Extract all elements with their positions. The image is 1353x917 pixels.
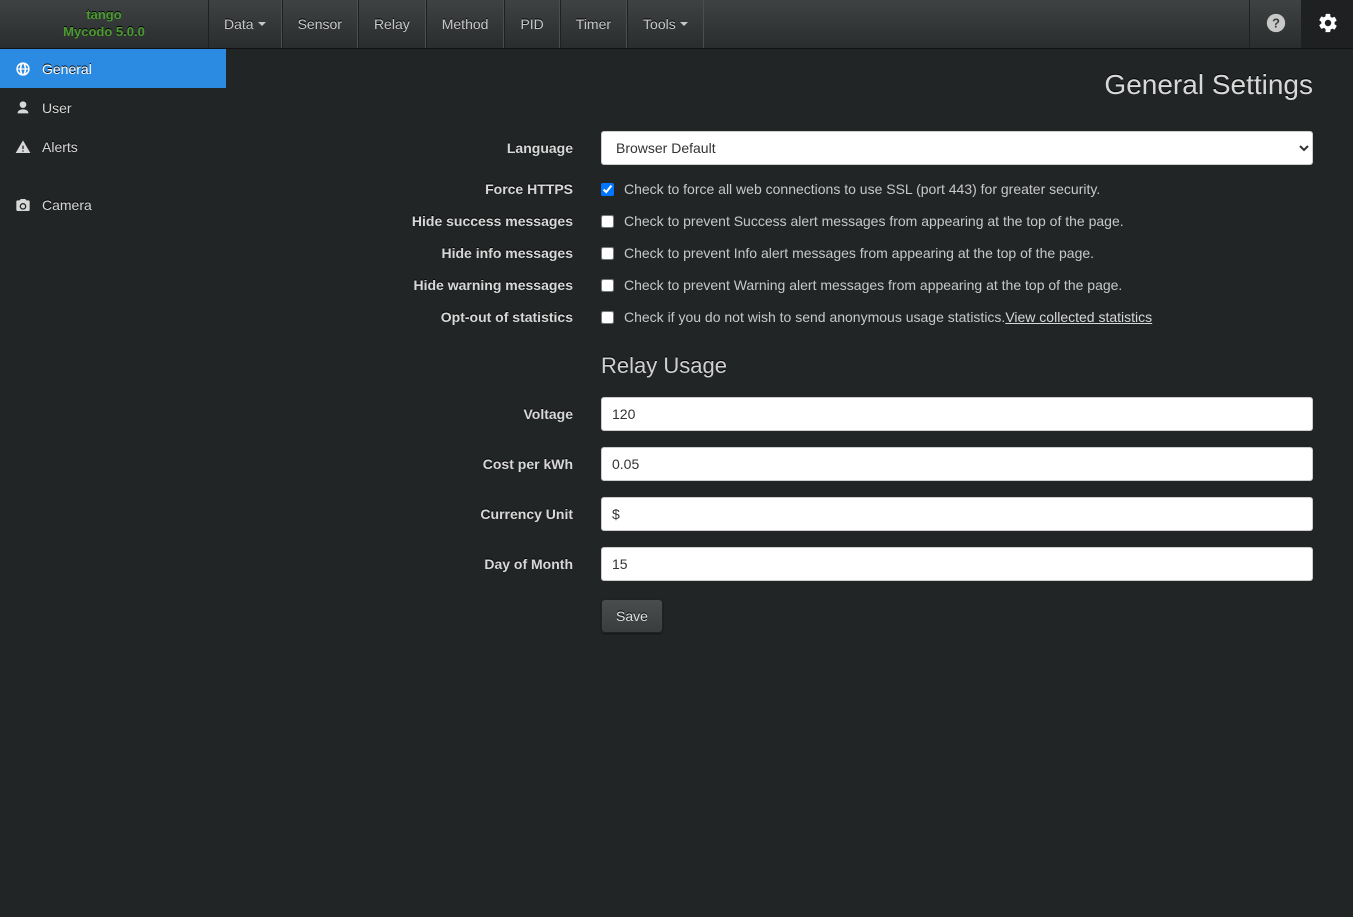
nav-spacer <box>704 0 1249 48</box>
row-currency: Currency Unit <box>246 497 1313 531</box>
user-icon <box>14 99 32 117</box>
label-force-https: Force HTTPS <box>246 181 601 197</box>
sidebar-item-camera[interactable]: Camera <box>0 185 226 224</box>
nav-data[interactable]: Data <box>208 0 282 48</box>
row-language: Language Browser Default <box>246 131 1313 165</box>
nav-sensor[interactable]: Sensor <box>282 0 358 48</box>
nav-help[interactable]: ? <box>1249 0 1301 48</box>
optout-desc: Check if you do not wish to send anonymo… <box>624 309 1005 325</box>
label-voltage: Voltage <box>246 406 601 422</box>
label-hide-success: Hide success messages <box>246 213 601 229</box>
nav-pid[interactable]: PID <box>504 0 559 48</box>
sidebar: General User Alerts Camera <box>0 49 226 917</box>
warning-icon <box>14 138 32 156</box>
nav-timer[interactable]: Timer <box>560 0 627 48</box>
force-https-checkbox[interactable] <box>601 183 614 196</box>
label-currency: Currency Unit <box>246 506 601 522</box>
row-hide-warning: Hide warning messages Check to prevent W… <box>246 277 1313 293</box>
voltage-input[interactable] <box>601 397 1313 431</box>
brand-version: Mycodo 5.0.0 <box>63 24 145 41</box>
nav-tools-label: Tools <box>643 16 676 32</box>
section-title-relay-usage: Relay Usage <box>601 353 1313 379</box>
help-icon: ? <box>1265 12 1287 37</box>
label-day: Day of Month <box>246 556 601 572</box>
label-optout: Opt-out of statistics <box>246 309 601 325</box>
force-https-desc: Check to force all web connections to us… <box>624 181 1100 197</box>
language-select[interactable]: Browser Default <box>601 131 1313 165</box>
nav-relay[interactable]: Relay <box>358 0 426 48</box>
nav-data-label: Data <box>224 16 254 32</box>
caret-down-icon <box>258 22 266 26</box>
sidebar-item-general[interactable]: General <box>0 49 226 88</box>
sidebar-spacer <box>0 166 226 185</box>
nav-pid-label: PID <box>520 16 543 32</box>
svg-text:?: ? <box>1272 15 1280 30</box>
nav-relay-label: Relay <box>374 16 410 32</box>
row-force-https: Force HTTPS Check to force all web conne… <box>246 181 1313 197</box>
row-cost: Cost per kWh <box>246 447 1313 481</box>
sidebar-item-alerts[interactable]: Alerts <box>0 127 226 166</box>
hide-success-desc: Check to prevent Success alert messages … <box>624 213 1124 229</box>
sidebar-item-user[interactable]: User <box>0 88 226 127</box>
save-button[interactable]: Save <box>601 599 663 633</box>
day-input[interactable] <box>601 547 1313 581</box>
row-hide-success: Hide success messages Check to prevent S… <box>246 213 1313 229</box>
sidebar-item-label: User <box>42 100 72 116</box>
page-title: General Settings <box>246 69 1313 101</box>
hide-info-desc: Check to prevent Info alert messages fro… <box>624 245 1094 261</box>
gear-icon <box>1317 12 1339 37</box>
sidebar-item-label: Alerts <box>42 139 78 155</box>
row-day: Day of Month <box>246 547 1313 581</box>
nav-settings[interactable] <box>1301 0 1353 48</box>
nav-timer-label: Timer <box>576 16 611 32</box>
hide-info-checkbox[interactable] <box>601 247 614 260</box>
cost-input[interactable] <box>601 447 1313 481</box>
label-hide-warning: Hide warning messages <box>246 277 601 293</box>
row-optout: Opt-out of statistics Check if you do no… <box>246 309 1313 325</box>
nav-sensor-label: Sensor <box>298 16 342 32</box>
brand-host: tango <box>86 7 121 24</box>
view-statistics-link[interactable]: View collected statistics <box>1005 309 1152 325</box>
sidebar-item-label: General <box>42 61 92 77</box>
hide-success-checkbox[interactable] <box>601 215 614 228</box>
optout-checkbox[interactable] <box>601 311 614 324</box>
row-voltage: Voltage <box>246 397 1313 431</box>
caret-down-icon <box>680 22 688 26</box>
label-cost: Cost per kWh <box>246 456 601 472</box>
sidebar-item-label: Camera <box>42 197 92 213</box>
top-navbar: tango Mycodo 5.0.0 Data Sensor Relay Met… <box>0 0 1353 49</box>
hide-warning-desc: Check to prevent Warning alert messages … <box>624 277 1122 293</box>
globe-icon <box>14 60 32 78</box>
settings-form: Language Browser Default Force HTTPS Che… <box>246 131 1313 633</box>
row-hide-info: Hide info messages Check to prevent Info… <box>246 245 1313 261</box>
currency-input[interactable] <box>601 497 1313 531</box>
main-content: General Settings Language Browser Defaul… <box>226 49 1353 917</box>
brand[interactable]: tango Mycodo 5.0.0 <box>0 0 208 48</box>
camera-icon <box>14 196 32 214</box>
nav-method[interactable]: Method <box>426 0 505 48</box>
label-hide-info: Hide info messages <box>246 245 601 261</box>
nav-tools[interactable]: Tools <box>627 0 704 48</box>
label-language: Language <box>246 140 601 156</box>
hide-warning-checkbox[interactable] <box>601 279 614 292</box>
nav-method-label: Method <box>442 16 489 32</box>
